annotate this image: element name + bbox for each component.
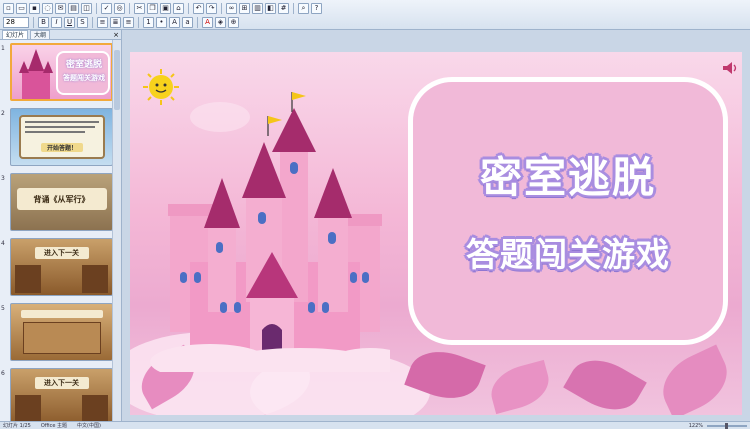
new-icon[interactable]: ▫ xyxy=(3,2,14,14)
thumbnail-number: 3 xyxy=(1,175,5,182)
panel-scrollbar[interactable] xyxy=(112,40,121,421)
slide-thumbnail[interactable]: 进入下一关 xyxy=(10,368,113,426)
toolbar: ▫ ▭ ▪ ◌ ✉ ▤ ◫ ✓ ◎ ✂ ❐ ▣ ⌂ ↶ ↷ ∞ ⊞ ▥ ◧ # … xyxy=(0,0,750,30)
font-size-select[interactable]: 28 xyxy=(3,16,29,28)
center-icon[interactable]: ≣ xyxy=(110,16,121,28)
scrollbar-thumb[interactable] xyxy=(114,50,120,110)
bold-icon[interactable]: B xyxy=(38,16,49,28)
tab-outline[interactable]: 大纲 xyxy=(30,30,51,39)
undo-icon[interactable]: ↶ xyxy=(193,2,204,14)
thumbnail-row[interactable]: 2 开始答题！ xyxy=(1,108,113,170)
status-bar: 幻灯片 1/25 Office 主题 中文(中国) 122% xyxy=(0,421,750,429)
thumbnail-row[interactable]: 6 进入下一关 xyxy=(1,368,113,429)
leaf-decoration xyxy=(563,347,647,415)
permission-icon[interactable]: ◌ xyxy=(42,2,53,14)
thumbnail-title: 进入下一关 xyxy=(44,379,79,387)
paste-icon[interactable]: ▣ xyxy=(160,2,171,14)
align-right-icon[interactable]: ≡ xyxy=(123,16,134,28)
increase-font-icon[interactable]: A xyxy=(169,16,180,28)
slide-thumbnail[interactable]: 进入下一关 xyxy=(10,238,113,296)
thumbnail-row[interactable]: 5 xyxy=(1,303,113,365)
shadow-icon[interactable]: S xyxy=(77,16,88,28)
zoom-control[interactable]: 122% xyxy=(688,422,747,429)
bullets-icon[interactable]: • xyxy=(156,16,167,28)
thumbnail-number: 1 xyxy=(1,45,5,52)
thumbnail-number: 5 xyxy=(1,305,5,312)
thumbnail-button-label: 开始答题！ xyxy=(41,143,83,152)
underline-icon[interactable]: U xyxy=(64,16,75,28)
slide-thumbnail[interactable]: 开始答题！ xyxy=(10,108,113,166)
preview-icon[interactable]: ◫ xyxy=(81,2,92,14)
close-icon[interactable]: × xyxy=(111,30,121,39)
zoom-slider-thumb[interactable] xyxy=(725,422,728,429)
language-indicator: 中文(中国) xyxy=(77,423,101,429)
format-painter-icon[interactable]: ⌂ xyxy=(173,2,184,14)
toolbar-row-formatting: 28 B I U S ≡ ≣ ≡ 1 • A a A ◈ ⊕ xyxy=(0,15,239,29)
new-slide-icon[interactable]: ⊕ xyxy=(228,16,239,28)
toolbar-row-standard: ▫ ▭ ▪ ◌ ✉ ▤ ◫ ✓ ◎ ✂ ❐ ▣ ⌂ ↶ ↷ ∞ ⊞ ▥ ◧ # … xyxy=(0,1,322,15)
spell-icon[interactable]: ✓ xyxy=(101,2,112,14)
zoom-icon[interactable]: ⌕ xyxy=(298,2,309,14)
slide-thumbnail[interactable]: 密室逃脱 答题闯关游戏 xyxy=(10,43,113,101)
thumbnail-subtitle: 答题闯关游戏 xyxy=(63,74,105,82)
castle-thumbnail-image xyxy=(19,49,53,99)
open-icon[interactable]: ▭ xyxy=(16,2,27,14)
thumbnail-number: 4 xyxy=(1,240,5,247)
slide-canvas[interactable]: 密室逃脱 答题闯关游戏 xyxy=(130,52,742,415)
redo-icon[interactable]: ↷ xyxy=(206,2,217,14)
hyperlink-icon[interactable]: ∞ xyxy=(226,2,237,14)
thumbnail-row[interactable]: 4 进入下一关 xyxy=(1,238,113,300)
insert-icon[interactable]: ◧ xyxy=(265,2,276,14)
save-icon[interactable]: ▪ xyxy=(29,2,40,14)
table-icon[interactable]: ⊞ xyxy=(239,2,250,14)
grid-icon[interactable]: # xyxy=(278,2,289,14)
thumbnail-title: 密室逃脱 xyxy=(65,60,102,70)
thumbnail-number: 2 xyxy=(1,110,5,117)
print-icon[interactable]: ▤ xyxy=(68,2,79,14)
slide-counter: 幻灯片 1/25 xyxy=(3,423,31,429)
help-icon[interactable]: ? xyxy=(311,2,322,14)
leaf-decoration xyxy=(652,344,738,415)
copy-icon[interactable]: ❐ xyxy=(147,2,158,14)
slides-panel: 幻灯片 大纲 × 1 密室逃脱 答题闯关游戏 2 开始答题！ 3 背诵《从军行》… xyxy=(0,30,122,426)
design-icon[interactable]: ◈ xyxy=(215,16,226,28)
castle-illustration xyxy=(150,92,390,372)
leaf-decoration xyxy=(485,359,555,415)
numbering-icon[interactable]: 1 xyxy=(143,16,154,28)
chart-icon[interactable]: ▥ xyxy=(252,2,263,14)
research-icon[interactable]: ◎ xyxy=(114,2,125,14)
zoom-level: 122% xyxy=(688,422,703,429)
align-left-icon[interactable]: ≡ xyxy=(97,16,108,28)
speaker-icon[interactable] xyxy=(722,61,738,75)
panel-tabs: 幻灯片 大纲 × xyxy=(0,30,121,40)
slide-editor: 密室逃脱 答题闯关游戏 xyxy=(122,30,750,421)
mail-icon[interactable]: ✉ xyxy=(55,2,66,14)
thumbnail-title: 进入下一关 xyxy=(44,249,79,257)
thumbnail-row[interactable]: 3 背诵《从军行》 xyxy=(1,173,113,235)
theme-name: Office 主题 xyxy=(40,423,68,429)
slide-thumbnail[interactable] xyxy=(10,303,113,361)
thumbnail-title: 背诵《从军行》 xyxy=(33,195,90,204)
italic-icon[interactable]: I xyxy=(51,16,62,28)
font-color-icon[interactable]: A xyxy=(202,16,213,28)
slide-thumbnail[interactable]: 背诵《从军行》 xyxy=(10,173,113,231)
thumbnail-number: 6 xyxy=(1,370,5,377)
tab-slides[interactable]: 幻灯片 xyxy=(2,30,29,39)
thumbnail-row[interactable]: 1 密室逃脱 答题闯关游戏 xyxy=(1,43,113,105)
slide-title: 密室逃脱 xyxy=(479,153,656,202)
slide-subtitle: 答题闯关游戏 xyxy=(466,235,670,274)
cut-icon[interactable]: ✂ xyxy=(134,2,145,14)
zoom-slider[interactable] xyxy=(707,422,747,429)
decrease-font-icon[interactable]: a xyxy=(182,16,193,28)
title-panel[interactable]: 密室逃脱 答题闯关游戏 xyxy=(408,77,728,345)
